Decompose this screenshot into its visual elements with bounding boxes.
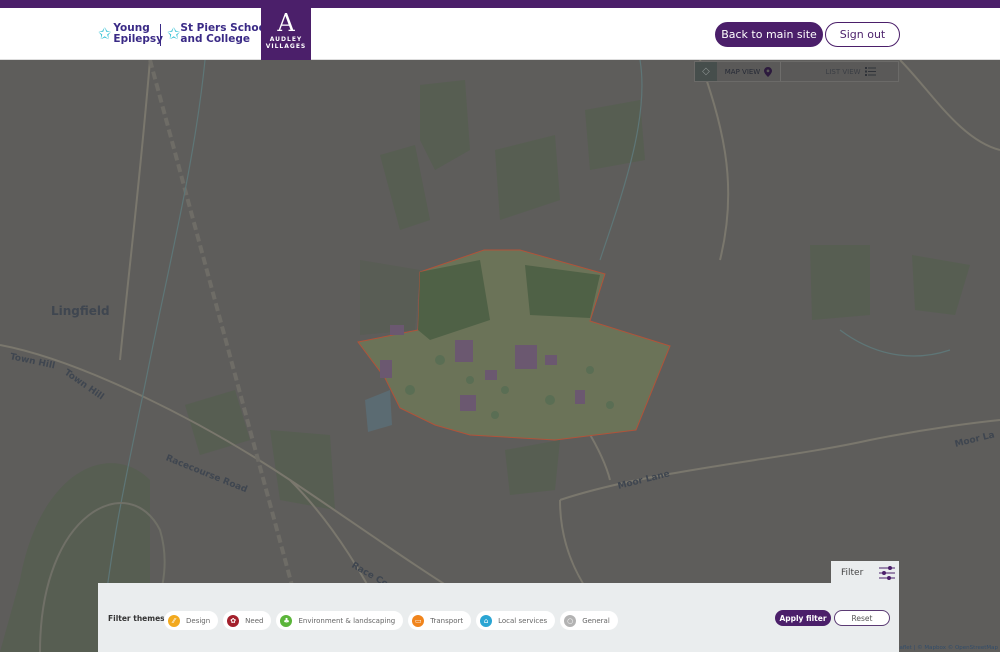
map-pin-icon: [764, 66, 773, 77]
site-header: ✩ Young Epilepsy ✩ St Piers School and C…: [0, 8, 1000, 60]
theme-chip-design[interactable]: ⁄⁄ Design: [164, 611, 219, 630]
building: [390, 325, 404, 335]
environment-icon: ♣: [280, 614, 293, 627]
sliders-icon: [879, 566, 895, 580]
stream: [839, 329, 951, 357]
map-label-lingfield: Lingfield: [51, 304, 110, 318]
layers-button[interactable]: ◇: [695, 62, 717, 81]
chip-label: General: [582, 616, 610, 625]
list-view-tab[interactable]: LIST VIEW: [803, 62, 898, 81]
tree: [501, 386, 509, 394]
general-icon: ○: [564, 614, 577, 627]
audley-word: VILLAGES: [265, 43, 307, 50]
green-area: [912, 255, 970, 315]
reset-filter-button[interactable]: Reset: [834, 610, 890, 626]
filter-themes-label: Filter themes: [108, 614, 165, 623]
road: [699, 60, 730, 261]
view-toggle: ◇ MAP VIEW LIST VIEW: [694, 61, 899, 82]
filter-panel: Filter themes ⁄⁄ Design ✿ Need ♣ Environ…: [98, 583, 899, 652]
tree: [491, 411, 499, 419]
chip-label: Environment & landscaping: [298, 616, 396, 625]
chip-label: Need: [245, 616, 264, 625]
layers-icon: ◇: [702, 66, 710, 77]
road: [899, 60, 1000, 151]
star-icon: ✩: [167, 24, 181, 43]
audley-letter: A: [277, 9, 295, 37]
top-accent-bar: [0, 0, 1000, 8]
filter-toggle-tab[interactable]: Filter: [831, 561, 899, 584]
filter-tab-label: Filter: [841, 567, 864, 578]
transport-icon: ▭: [412, 614, 425, 627]
logo-text-line: and College: [180, 33, 251, 45]
building: [485, 370, 497, 380]
audley-word: AUDLEY: [269, 36, 303, 43]
green-area: [380, 145, 430, 230]
logo-divider: [160, 24, 161, 46]
green-area: [810, 245, 870, 320]
apply-filter-button[interactable]: Apply filter: [775, 610, 831, 626]
theme-chip-environment[interactable]: ♣ Environment & landscaping: [276, 611, 404, 630]
young-epilepsy-logo[interactable]: ✩ Young Epilepsy: [98, 23, 163, 45]
list-view-label: LIST VIEW: [825, 67, 861, 76]
theme-chip-local-services[interactable]: ⌂ Local services: [476, 611, 556, 630]
chip-label: Local services: [498, 616, 548, 625]
tree: [405, 385, 415, 395]
green-area: [420, 80, 470, 170]
tree: [586, 366, 594, 374]
green-area: [505, 440, 560, 495]
map-view-label: MAP VIEW: [724, 67, 761, 76]
theme-chip-transport[interactable]: ▭ Transport: [408, 611, 472, 630]
theme-chip-list: ⁄⁄ Design ✿ Need ♣ Environment & landsca…: [164, 611, 618, 630]
green-area: [495, 135, 560, 220]
building: [545, 355, 557, 365]
road: [119, 60, 151, 361]
building: [380, 360, 392, 378]
audley-villages-logo[interactable]: A AUDLEY VILLAGES: [261, 8, 311, 60]
pond: [365, 390, 392, 432]
railway-line: [148, 60, 312, 652]
tree: [466, 376, 474, 384]
sign-out-button[interactable]: Sign out: [825, 22, 900, 47]
building: [515, 345, 537, 369]
building: [460, 395, 476, 411]
need-icon: ✿: [227, 614, 240, 627]
building: [455, 340, 473, 362]
design-icon: ⁄⁄: [168, 614, 180, 627]
theme-chip-general[interactable]: ○ General: [560, 611, 618, 630]
chip-label: Transport: [430, 616, 464, 625]
map-attribution[interactable]: Leaflet | © Mapbox © OpenStreetMap: [891, 644, 1000, 652]
green-area: [360, 260, 420, 335]
tree: [435, 355, 445, 365]
tree: [606, 401, 614, 409]
logo-text-line: Epilepsy: [113, 33, 164, 45]
theme-chip-need[interactable]: ✿ Need: [223, 611, 272, 630]
st-piers-logo[interactable]: ✩ St Piers School and College: [167, 23, 269, 45]
back-to-main-site-button[interactable]: Back to main site: [715, 22, 823, 47]
building: [575, 390, 585, 404]
list-icon: [864, 67, 876, 76]
green-area: [270, 430, 335, 510]
star-icon: ✩: [98, 24, 112, 43]
green-area: [585, 100, 645, 170]
map-view-tab[interactable]: MAP VIEW: [717, 62, 781, 81]
local-services-icon: ⌂: [480, 614, 493, 627]
tree: [545, 395, 555, 405]
chip-label: Design: [186, 616, 211, 625]
